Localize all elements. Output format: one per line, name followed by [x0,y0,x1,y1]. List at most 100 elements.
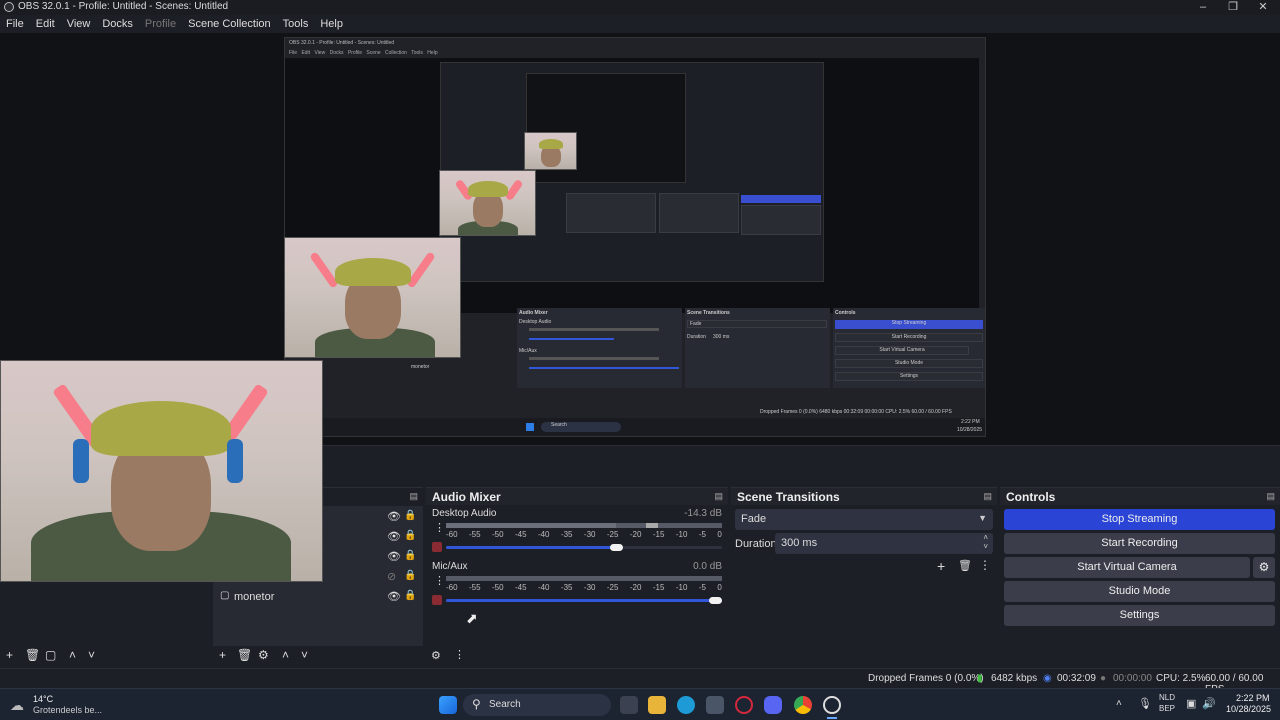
tray-chevron-icon[interactable]: ˄ [1116,698,1122,709]
menu-scene-collection[interactable]: Scene Collection [182,15,277,33]
visibility-eye-icon[interactable]: 👁 [387,590,401,603]
desktop-audio-scale: -60 -55 -50 -45 -40 -35 -30 -25 -20 -15 -10 -5 0 [446,530,722,539]
add-scene-icon[interactable]: + [6,648,13,662]
studio-mode-button[interactable]: Studio Mode [1004,581,1275,602]
move-scene-up-icon[interactable]: ˄ [69,648,76,662]
menu-file[interactable]: File [0,15,30,33]
active-app-indicator [827,717,837,719]
volume-icon[interactable]: 🔊 [1202,697,1216,710]
menu-docks[interactable]: Docks [96,15,139,33]
duration-value: 300 ms [781,537,818,549]
spin-up-icon[interactable]: ˄ [983,533,988,542]
add-source-icon[interactable]: + [219,648,226,662]
windows-start-icon[interactable] [439,696,457,714]
mic-aux-db: 0.0 dB [693,561,722,572]
microphone-icon[interactable]: 🎙 [1138,697,1152,710]
lock-icon[interactable]: 🔒 [404,550,416,561]
remove-scene-icon[interactable]: 🗑 [25,648,40,662]
window-title: OBS 32.0.1 - Profile: Untitled - Scenes:… [18,1,229,12]
source-properties-gear-icon[interactable]: ⚙ [258,648,269,662]
webcam-thumbnail-large [284,237,461,358]
add-transition-icon[interactable]: + [937,558,945,574]
menu-help[interactable]: Help [314,15,349,33]
task-view-icon[interactable] [620,696,638,714]
duration-input[interactable]: 300 ms ˄ ˅ [775,533,993,554]
lock-icon[interactable]: 🔒 [404,510,416,521]
monitor-icon: ▢ [220,590,230,601]
chrome-icon[interactable] [794,696,812,714]
lock-icon[interactable]: 🔒 [404,530,416,541]
menu-profile[interactable]: Profile [139,15,182,33]
lang-1[interactable]: NLD [1159,693,1175,702]
nested-search: Search [541,422,621,432]
duration-label: Duration [735,538,777,550]
opera-icon[interactable] [735,696,753,714]
move-scene-down-icon[interactable]: ˅ [88,648,95,662]
stop-streaming-button[interactable]: Stop Streaming [1004,509,1275,530]
scene-transitions-dock: Scene Transitions ▤ Fade ▼ Duration 300 … [731,487,997,667]
hidden-eye-icon[interactable]: ⊘ [387,570,396,583]
desktop-audio-label: Desktop Audio [432,508,497,519]
obs-taskbar-icon[interactable] [823,696,841,714]
virtual-camera-settings-gear-icon[interactable]: ⚙ [1253,557,1275,578]
discord-icon[interactable] [764,696,782,714]
transition-select[interactable]: Fade ▼ [735,509,993,530]
remove-transition-icon[interactable]: 🗑 [958,559,972,572]
menu-tools[interactable]: Tools [277,15,315,33]
clock-time[interactable]: 2:22 PM [1236,693,1270,703]
source-name[interactable]: monetor [234,591,274,603]
status-bar: Dropped Frames 0 (0.0%) ▮ 6482 kbps ◉ 00… [0,668,1280,695]
transition-menu-icon[interactable]: ⋮ [979,558,991,572]
network-icon[interactable]: ▣ [1186,697,1196,710]
visibility-eye-icon[interactable]: 👁 [387,510,401,523]
lock-icon[interactable]: 🔒 [404,570,416,581]
spin-down-icon[interactable]: ˅ [983,542,988,551]
start-virtual-camera-button[interactable]: Start Virtual Camera [1004,557,1250,578]
search-placeholder: Search [489,699,521,710]
nested-controls-title: Controls [835,310,856,316]
mic-aux-menu-icon[interactable]: ⋮ [434,574,445,587]
weather-desc: Grotendeels be... [33,705,103,715]
desktop-audio-mute-icon[interactable] [432,542,442,552]
move-source-down-icon[interactable]: ˅ [301,648,308,662]
taskbar-search[interactable]: ⚲ Search [463,694,611,716]
menu-bar: File Edit View Docks Profile Scene Colle… [0,15,1280,33]
mic-aux-volume-slider[interactable] [446,597,722,604]
scene-transitions-title: Scene Transitions [731,488,997,505]
lock-icon[interactable]: 🔒 [404,590,416,601]
visibility-eye-icon[interactable]: 👁 [387,550,401,563]
desktop-audio-volume-slider[interactable] [446,544,722,551]
file-explorer-icon[interactable] [648,696,666,714]
advanced-audio-properties-icon[interactable]: ⚙ [431,649,441,662]
move-source-up-icon[interactable]: ˄ [282,648,289,662]
record-time: 00:00:00 [1113,673,1152,684]
undock-transitions-icon[interactable]: ▤ [983,491,992,502]
maximize-icon[interactable]: ❐ [1218,0,1248,15]
edge-icon[interactable] [677,696,695,714]
lang-2[interactable]: BEP [1159,704,1175,713]
audio-mixer-menu-icon[interactable]: ⋮ [454,648,465,661]
menu-view[interactable]: View [61,15,97,33]
remove-source-icon[interactable]: 🗑 [237,648,252,662]
controls-dock: Controls ▤ Stop Streaming Start Recordin… [1000,487,1280,667]
desktop-audio-menu-icon[interactable]: ⋮ [434,521,445,534]
nested-stop-streaming: Stop Streaming [835,320,983,329]
start-recording-button[interactable]: Start Recording [1004,533,1275,554]
undock-sources-icon[interactable]: ▤ [409,491,418,502]
undock-audio-mixer-icon[interactable]: ▤ [714,491,723,502]
menu-edit[interactable]: Edit [30,15,61,33]
scene-filters-icon[interactable]: ▢ [45,648,56,662]
bitrate: 6482 kbps [991,673,1038,684]
minimize-icon[interactable]: – [1188,0,1218,15]
store-icon[interactable] [706,696,724,714]
close-icon[interactable]: ✕ [1248,0,1278,15]
undock-controls-icon[interactable]: ▤ [1266,491,1275,502]
clock-date[interactable]: 10/28/2025 [1226,704,1271,714]
controls-title: Controls [1000,488,1280,505]
recording-status-icon: ● [1100,673,1107,684]
settings-button[interactable]: Settings [1004,605,1275,626]
nested-duration-value: 300 ms [713,334,730,340]
visibility-eye-icon[interactable]: 👁 [387,530,401,543]
mic-aux-meter [446,576,722,581]
mic-aux-mute-icon[interactable] [432,595,442,605]
